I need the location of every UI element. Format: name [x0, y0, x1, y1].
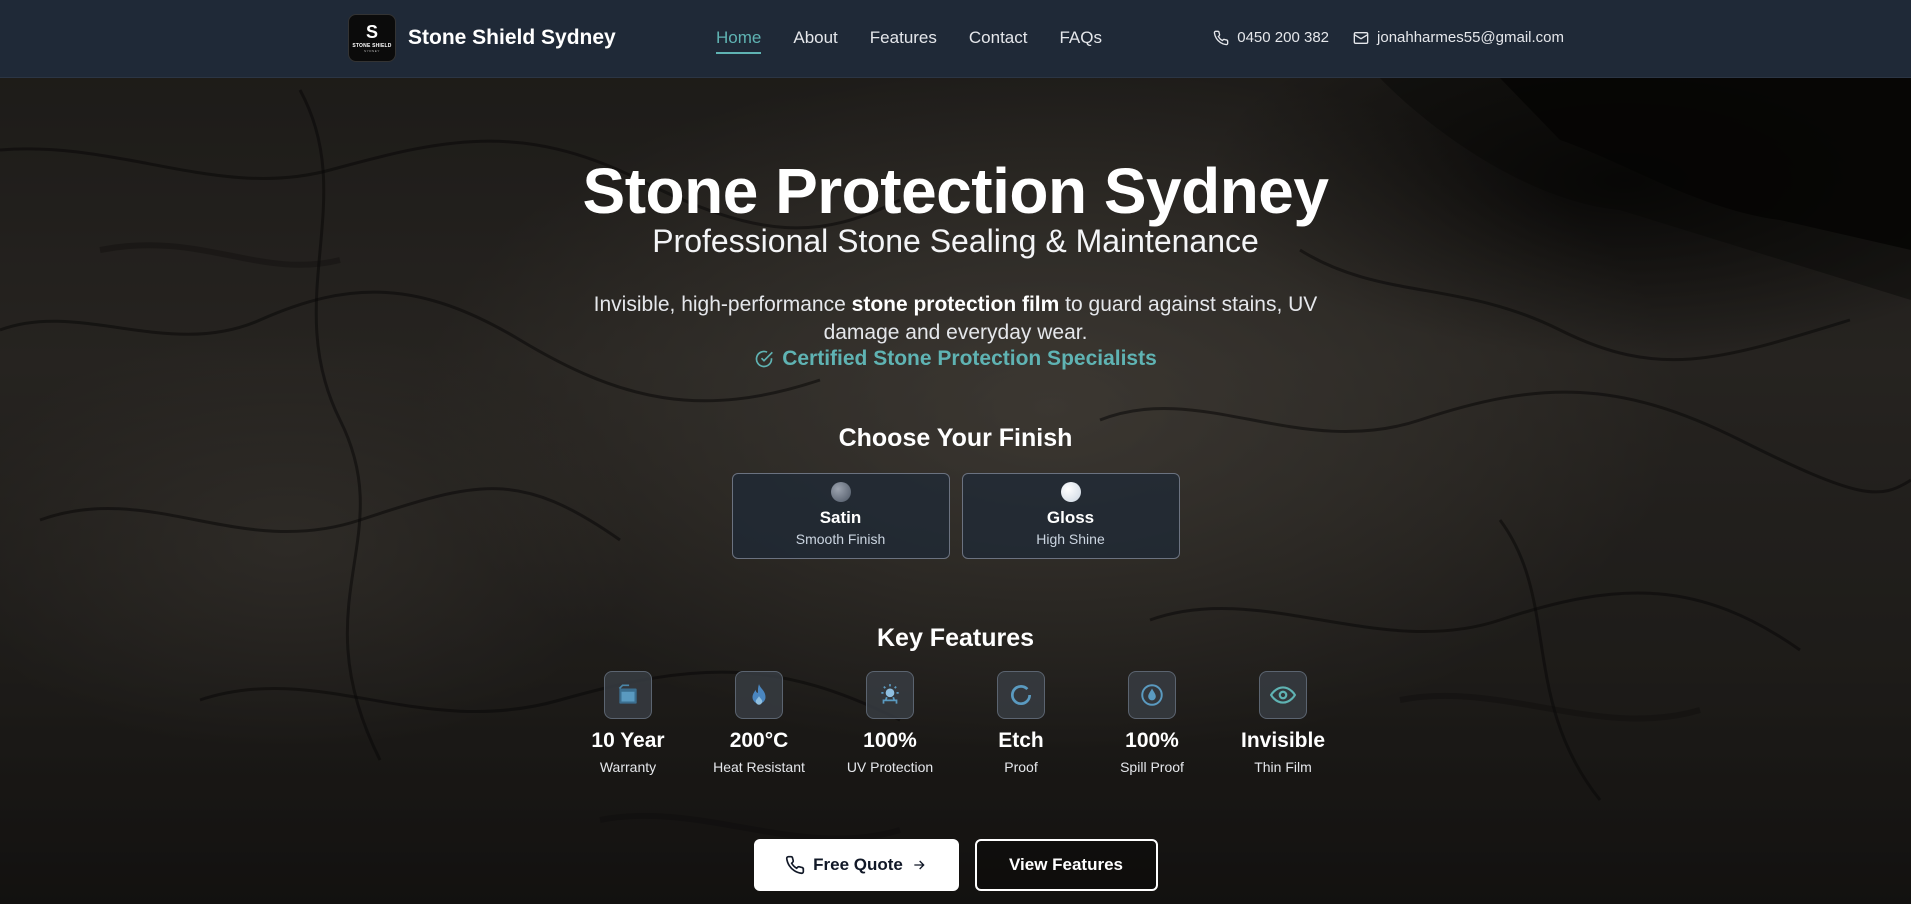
nav-link-about[interactable]: About [793, 28, 837, 54]
desc-text-pre: Invisible, high-performance [593, 293, 852, 316]
navbar: S STONE SHIELD SYDNEY Stone Shield Sydne… [0, 0, 1911, 78]
free-quote-label: Free Quote [813, 855, 903, 874]
gloss-swatch [1060, 482, 1081, 502]
feature-label: Heat Resistant [713, 759, 805, 775]
feature-icon-box [1128, 671, 1176, 719]
nav-link-home[interactable]: Home [716, 28, 762, 54]
droplet-icon [1141, 684, 1163, 706]
finish-option-satin[interactable]: Satin Smooth Finish [731, 473, 950, 559]
arrow-right-icon [914, 860, 925, 870]
feature-item: 200°C Heat Resistant [694, 671, 825, 775]
phone-number: 0450 200 382 [1237, 29, 1330, 46]
feature-item: Etch Proof [956, 671, 1087, 775]
feature-label: Spill Proof [1120, 759, 1184, 775]
phone-icon [786, 855, 805, 875]
nav-links: Home About Features Contact FAQs [716, 28, 1102, 54]
mail-icon [1353, 31, 1369, 44]
phone-link[interactable]: 0450 200 382 [1213, 29, 1329, 46]
feature-label: UV Protection [846, 759, 934, 775]
feature-item: Invisible Thin Film [1218, 671, 1349, 775]
feature-label: Warranty [599, 759, 657, 775]
eye-icon [1270, 686, 1296, 704]
finish-name: Satin [819, 508, 862, 527]
feature-item: 100% Spill Proof [1087, 671, 1218, 775]
feature-value: 200°C [729, 729, 789, 752]
certified-text: Certified Stone Protection Specialists [782, 347, 1157, 370]
logo: S STONE SHIELD SYDNEY [348, 14, 396, 62]
feature-item: 10 Year Warranty [563, 671, 694, 775]
free-quote-button[interactable]: Free Quote [753, 839, 959, 891]
shield-icon [618, 684, 637, 704]
feature-icon-box [866, 671, 914, 719]
feature-value: 10 Year [591, 729, 665, 752]
logo-subtext: SYDNEY [364, 49, 380, 53]
feature-icon-box [604, 671, 652, 719]
feature-icon-box [735, 671, 783, 719]
feature-icon-box [1259, 671, 1307, 719]
hero-subtitle: Professional Stone Sealing & Maintenance [652, 223, 1259, 259]
feature-value: 100% [1125, 729, 1179, 752]
phone-icon [1213, 30, 1229, 45]
certified-badge: Certified Stone Protection Specialists [754, 347, 1157, 371]
finish-option-gloss[interactable]: Gloss High Shine [961, 473, 1180, 559]
email-link[interactable]: jonahharmes55@gmail.com [1353, 29, 1564, 46]
cta-buttons: Free Quote View Features [0, 839, 1911, 891]
hero-description: Invisible, high-performance stone protec… [576, 291, 1336, 347]
brand-name: Stone Shield Sydney [408, 26, 616, 49]
finish-options: Satin Smooth Finish Gloss High Shine [0, 473, 1911, 559]
sun-icon [881, 684, 899, 704]
desc-text-bold: stone protection film [851, 293, 1060, 316]
finish-desc: High Shine [1036, 531, 1105, 547]
feature-value: Etch [998, 729, 1044, 752]
finish-name: Gloss [1046, 508, 1095, 527]
circle-icon [1010, 684, 1032, 706]
logo-mark: S [365, 22, 378, 42]
contact-info: 0450 200 382 jonahharmes55@gmail.com [1213, 29, 1564, 46]
nav-link-features[interactable]: Features [870, 28, 937, 54]
feature-value: 100% [863, 729, 917, 752]
view-features-button[interactable]: View Features [974, 839, 1158, 891]
satin-swatch [830, 482, 851, 502]
feature-icon-box [997, 671, 1045, 719]
finish-desc: Smooth Finish [795, 531, 886, 547]
hero-title: Stone Protection Sydney [582, 155, 1329, 227]
check-circle-icon [755, 350, 774, 368]
feature-item: 100% UV Protection [825, 671, 956, 775]
feature-label: Proof [1004, 759, 1038, 775]
email-address: jonahharmes55@gmail.com [1377, 29, 1564, 46]
hero-section: Stone Protection Sydney Professional Sto… [0, 78, 1911, 891]
features-title: Key Features [876, 624, 1035, 652]
finish-title: Choose Your Finish [838, 424, 1073, 452]
brand[interactable]: S STONE SHIELD SYDNEY Stone Shield Sydne… [348, 14, 616, 62]
nav-link-faqs[interactable]: FAQs [1059, 28, 1102, 54]
features-list: 10 Year Warranty 200°C Heat Resistant 10… [0, 671, 1911, 775]
flame-icon [752, 684, 766, 705]
nav-link-contact[interactable]: Contact [969, 28, 1028, 54]
feature-label: Thin Film [1254, 759, 1312, 775]
feature-value: Invisible [1240, 729, 1326, 752]
